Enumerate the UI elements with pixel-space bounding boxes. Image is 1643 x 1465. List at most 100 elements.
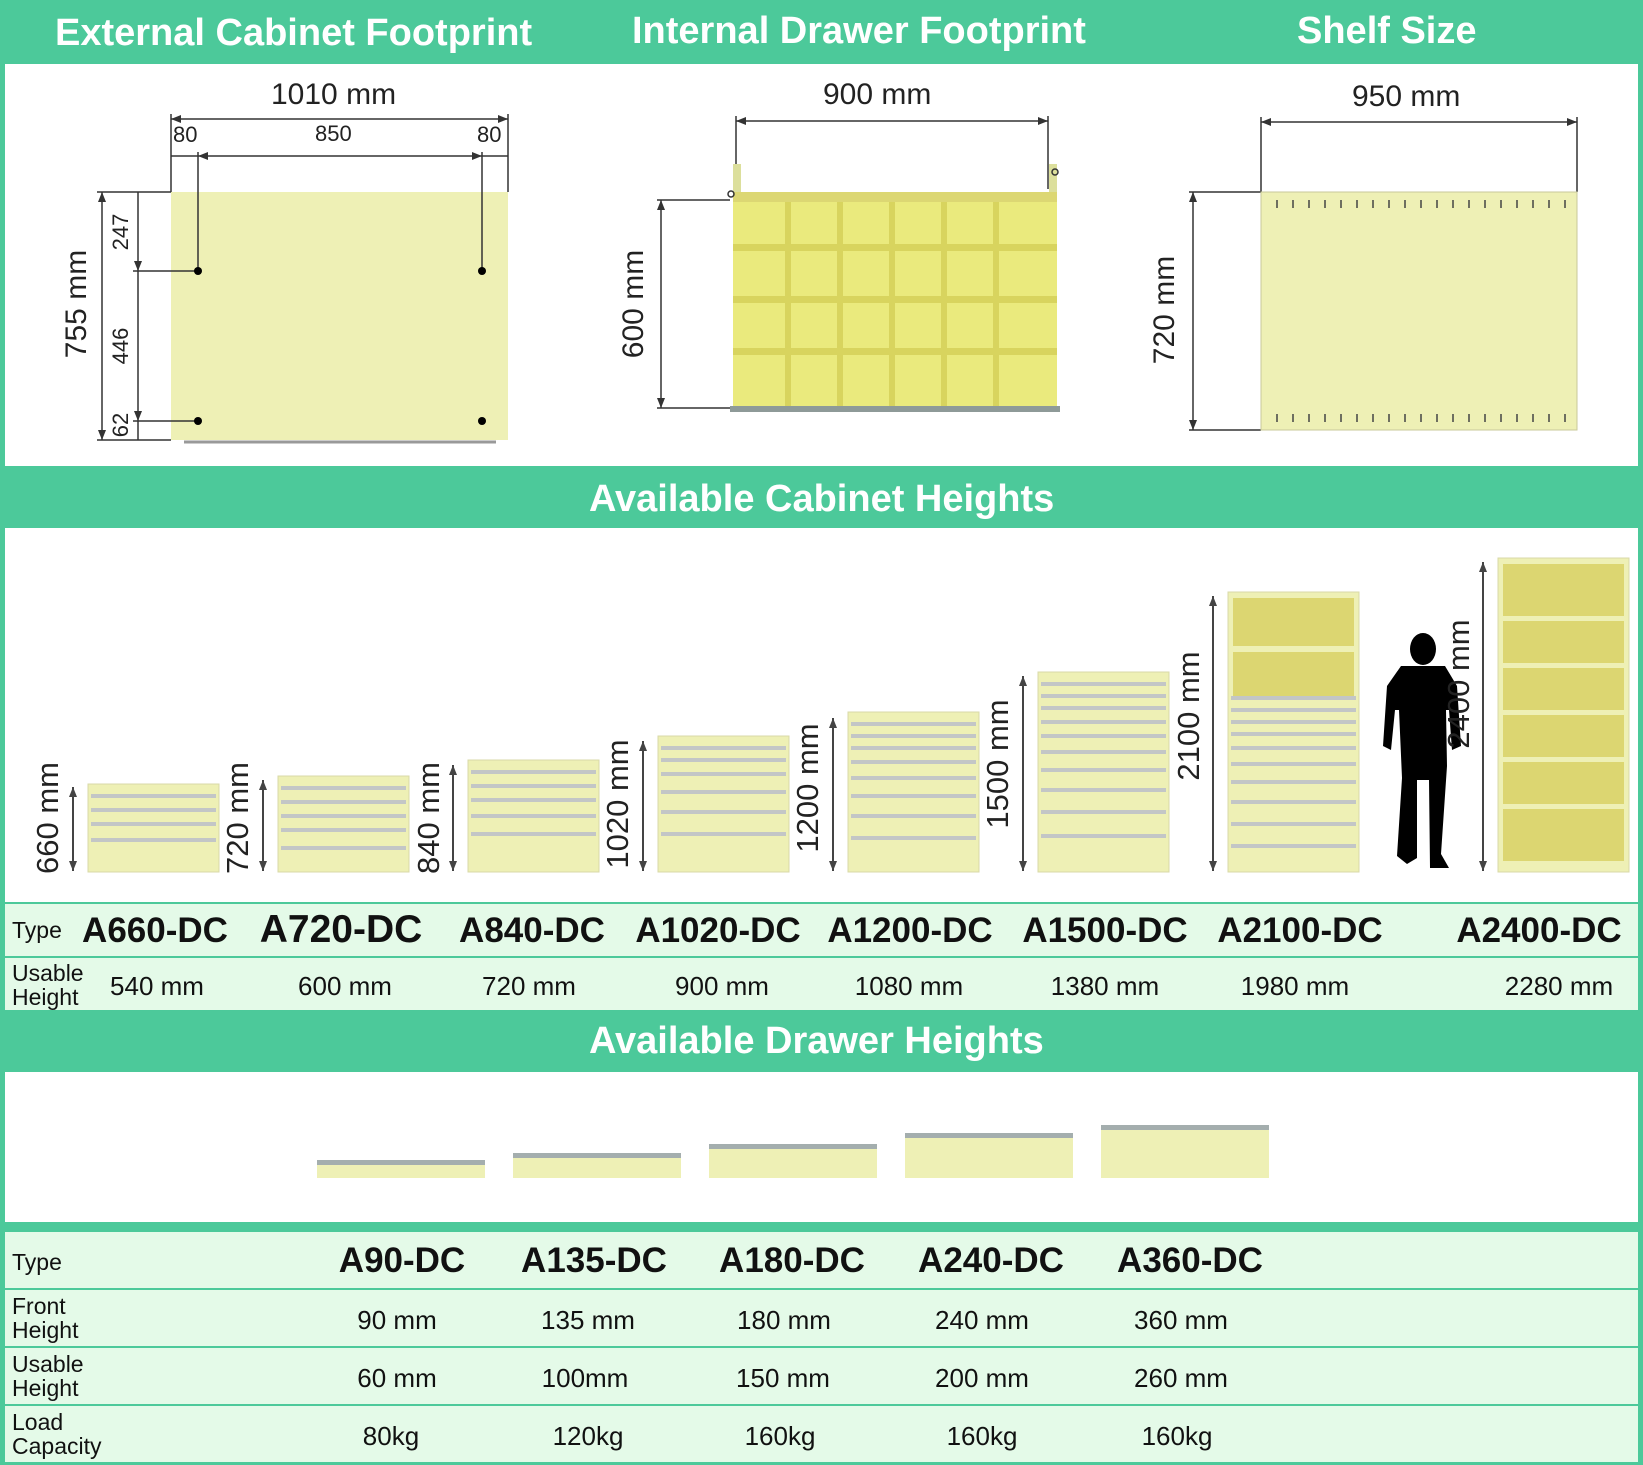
mounting-hole [478, 417, 486, 425]
drawer-load-row: Load Capacity 80kg 120kg 160kg 160kg 160… [5, 1406, 1638, 1462]
external-left-offset-label: 80 [173, 122, 198, 147]
drawer-usable-a180: 150 mm [736, 1363, 830, 1393]
internal-depth-label: 600 mm [617, 249, 650, 359]
drawer-a90 [317, 1160, 485, 1178]
cabinet-a660 [69, 783, 220, 873]
cabinet-type-a2100: A2100-DC [1217, 911, 1383, 950]
footprint-header: External Cabinet Footprint Internal Draw… [0, 0, 1643, 62]
cabinet-height-label-1500: 1500 mm [980, 699, 1015, 829]
drawer-a180 [709, 1144, 877, 1178]
drawer-load-a240: 160kg [946, 1421, 1018, 1451]
cabinet-usable-row: Usable Height 540 mm 600 mm 720 mm 900 m… [5, 958, 1638, 1010]
external-right-offset-label: 80 [477, 122, 502, 147]
external-depth-label: 755 mm [60, 249, 93, 359]
drawer-front-a90: 90 mm [357, 1305, 437, 1335]
cabinet-type-a840: A840-DC [459, 911, 605, 950]
cabinet-type-a660: A660-DC [82, 911, 228, 950]
drawer-type-label: Type [12, 1249, 62, 1275]
drawer-type-a90: A90-DC [338, 1241, 466, 1280]
cabinet-usable-a2100: 1980 mm [1240, 971, 1350, 1001]
drawer-type-a360: A360-DC [1117, 1241, 1263, 1280]
drawer-type-a240: A240-DC [918, 1241, 1064, 1280]
cabinet-type-label: Type [12, 917, 62, 943]
drawer-lineup [317, 1125, 1269, 1178]
drawer-front-a135: 135 mm [541, 1305, 635, 1335]
cabinet-heights-header: Available Cabinet Heights [0, 466, 1643, 526]
drawer-load-a90: 80kg [362, 1421, 420, 1451]
cabinet-usable-a1200: 1080 mm [854, 971, 964, 1001]
cabinet-a2400 [1479, 557, 1630, 873]
cabinet-a720 [259, 775, 410, 873]
drawer-a240 [905, 1133, 1073, 1178]
drawer-front-row: Front Height 90 mm 135 mm 180 mm 240 mm … [5, 1290, 1638, 1346]
drawer-usable-a90: 60 mm [357, 1363, 437, 1393]
cabinet-usable-a1020: 900 mm [675, 971, 769, 1001]
external-back-label: 62 [108, 412, 133, 438]
cabinet-heights-title: Available Cabinet Heights [589, 478, 1055, 520]
cabinet-heights-panel: 660 mm 720 mm 840 mm 1020 mm 1200 mm 150… [5, 528, 1638, 902]
cabinet-usable-a660: 540 mm [110, 971, 204, 1001]
drawer-usable-a240: 200 mm [935, 1363, 1029, 1393]
drawer-front-label: Front Height [12, 1293, 79, 1343]
external-footprint-rect [171, 192, 508, 440]
cabinet-type-a1020: A1020-DC [635, 911, 801, 950]
shelf-width-label: 950 mm [1352, 80, 1461, 113]
external-span-label: 850 [315, 121, 352, 146]
drawer-usable-a135: 100mm [541, 1363, 629, 1393]
shelf-depth-label: 720 mm [1148, 255, 1181, 365]
external-front-label: 247 [108, 213, 133, 251]
footprint-panel: 1010 mm 80 850 80 755 mm 247 446 62 900 … [5, 64, 1638, 466]
drawer-a135 [513, 1153, 681, 1178]
drawer-front-a240: 240 mm [935, 1305, 1029, 1335]
drawer-usable-row: Usable Height 60 mm 100mm 150 mm 200 mm … [5, 1348, 1638, 1404]
cabinet-usable-a2400: 2280 mm [1504, 971, 1614, 1001]
cabinet-type-a1500: A1500-DC [1022, 911, 1188, 950]
cabinet-usable-a1500: 1380 mm [1050, 971, 1160, 1001]
drawer-load-a135: 120kg [552, 1421, 624, 1451]
drawer-load-a180: 160kg [744, 1421, 816, 1451]
cabinet-a840 [449, 759, 600, 873]
cabinet-height-label-840: 840 mm [411, 762, 446, 874]
cabinet-type-a2400: A2400-DC [1456, 911, 1622, 950]
cabinet-usable-a840: 720 mm [482, 971, 576, 1001]
cabinet-usable-label: Usable Height [12, 960, 84, 1010]
external-width-label: 1010 mm [271, 78, 397, 111]
drawer-load-label: Load Capacity [12, 1409, 102, 1459]
cabinet-a1500 [1019, 671, 1170, 873]
cabinet-height-label-720: 720 mm [220, 762, 255, 874]
mounting-hole [194, 417, 202, 425]
cabinet-type-a1200: A1200-DC [827, 911, 993, 950]
cabinet-a2100 [1209, 591, 1360, 873]
shelf-panel [1260, 191, 1578, 431]
drawer-heights-panel [5, 1072, 1638, 1222]
drawer-front-a360: 360 mm [1134, 1305, 1228, 1335]
internal-width-label: 900 mm [823, 78, 932, 111]
cabinet-a1020 [639, 735, 790, 873]
drawer-type-a180: A180-DC [719, 1241, 865, 1280]
cabinet-a1200 [829, 711, 980, 873]
external-footprint-title: External Cabinet Footprint [55, 12, 533, 54]
drawer-heights-title: Available Drawer Heights [589, 1020, 1044, 1062]
cabinet-height-label-2100: 2100 mm [1171, 651, 1206, 781]
external-mid-label: 446 [108, 327, 133, 365]
internal-footprint-diagram [657, 116, 1060, 412]
mounting-hole [478, 267, 486, 275]
drawer-usable-label: Usable Height [12, 1351, 84, 1401]
drawer-type-row: Type A90-DC A135-DC A180-DC A240-DC A360… [5, 1232, 1638, 1288]
cabinet-usable-a720: 600 mm [298, 971, 392, 1001]
drawer-front-a180: 180 mm [737, 1305, 831, 1335]
cabinet-height-label-1200: 1200 mm [790, 723, 825, 853]
cabinet-type-row: Type A660-DC A720-DC A840-DC A1020-DC A1… [5, 904, 1638, 956]
cabinet-height-label-1020: 1020 mm [600, 739, 635, 869]
shelf-size-title: Shelf Size [1297, 10, 1477, 52]
cabinet-height-label-2400: 2400 mm [1441, 619, 1476, 749]
mounting-hole [194, 267, 202, 275]
shelf-diagram [1189, 117, 1578, 431]
drawer-type-a135: A135-DC [521, 1241, 667, 1280]
cabinet-height-label-660: 660 mm [30, 762, 65, 874]
drawer-a360 [1101, 1125, 1269, 1178]
drawer-load-a360: 160kg [1141, 1421, 1213, 1451]
internal-footprint-title: Internal Drawer Footprint [632, 10, 1086, 52]
cabinet-type-a720: A720-DC [259, 908, 423, 951]
drawer-usable-a360: 260 mm [1134, 1363, 1228, 1393]
